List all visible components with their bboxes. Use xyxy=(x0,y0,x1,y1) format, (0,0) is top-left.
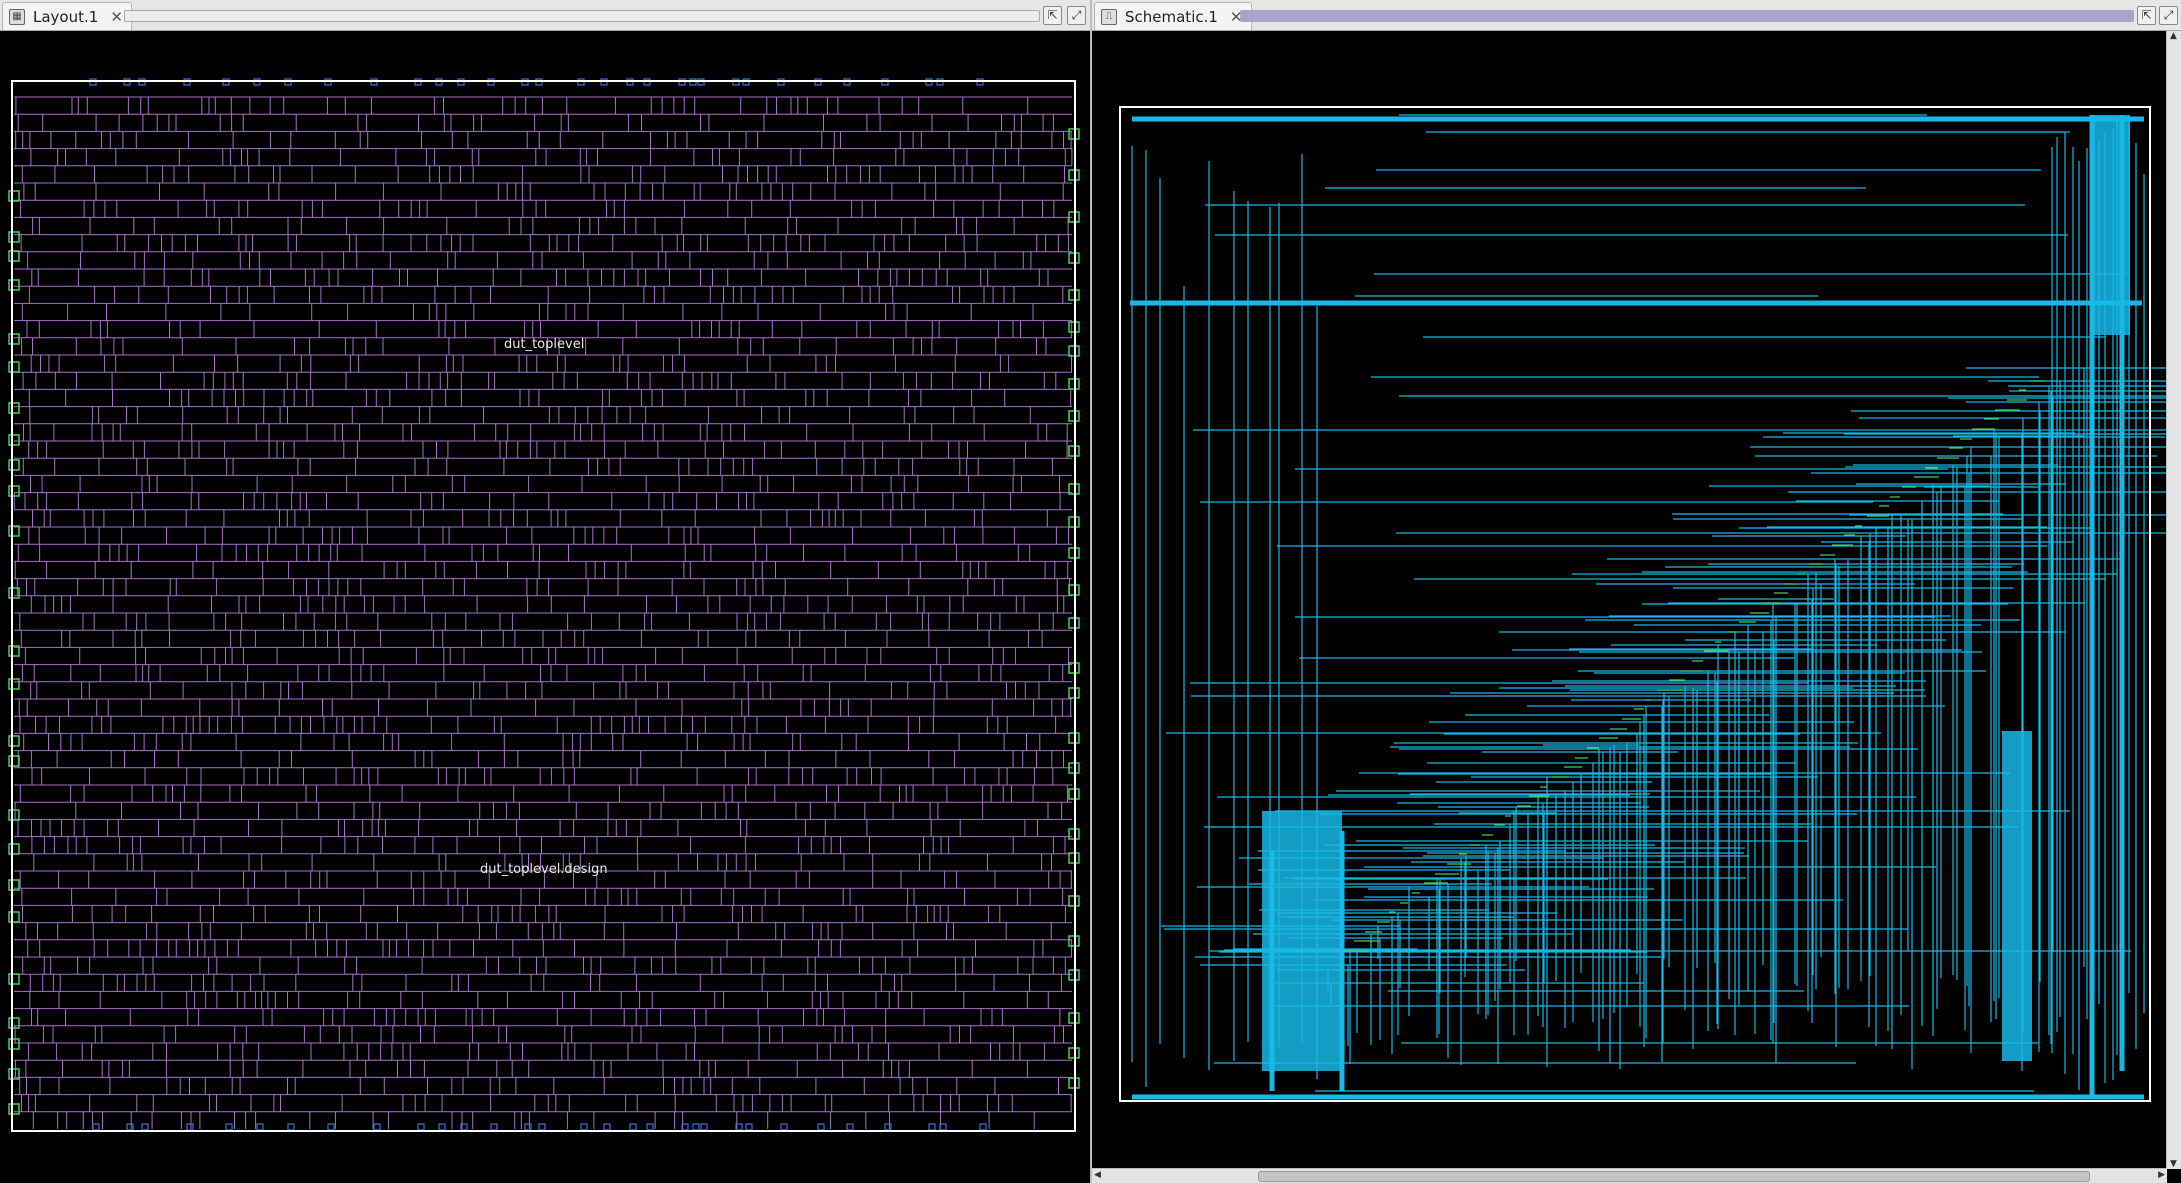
schematic-wires xyxy=(1130,114,2167,1100)
scroll-up-icon[interactable]: ▲ xyxy=(2170,31,2177,41)
vertical-scrollbar[interactable]: ▲ ▼ xyxy=(2166,31,2181,1169)
layout-cell-rows xyxy=(13,96,1073,1129)
maximize-icon[interactable]: ⤢ xyxy=(2159,6,2178,25)
schematic-canvas[interactable] xyxy=(1092,31,2167,1168)
float-window-icon[interactable]: ⇱ xyxy=(2137,6,2156,25)
layout-canvas[interactable]: dut_toplevel dut_toplevel.design xyxy=(0,31,1090,1183)
scroll-down-icon[interactable]: ▼ xyxy=(2170,1159,2177,1169)
scroll-thumb[interactable] xyxy=(1258,1171,2090,1182)
die-boundary xyxy=(11,80,1076,1132)
label-dut-toplevel-design: dut_toplevel.design xyxy=(480,862,608,877)
schematic-pane: ⎍ Schematic.1 ✕ ⇱ ⤢ ▲ ▼ ◀ ▶ xyxy=(1092,0,2181,1183)
tab-layout[interactable]: ▦ Layout.1 ✕ xyxy=(2,2,132,30)
tab-strip xyxy=(124,10,1040,22)
label-dut-toplevel: dut_toplevel xyxy=(504,337,584,352)
layout-tabbar: ▦ Layout.1 ✕ ⇱ ⤢ xyxy=(0,0,1090,31)
scroll-right-icon[interactable]: ▶ xyxy=(2158,1170,2165,1180)
tab-layout-title: Layout.1 xyxy=(33,7,99,26)
float-window-icon[interactable]: ⇱ xyxy=(1043,6,1062,25)
close-icon[interactable]: ✕ xyxy=(110,8,123,26)
tab-schematic[interactable]: ⎍ Schematic.1 ✕ xyxy=(1094,2,1252,30)
schematic-view-icon: ⎍ xyxy=(1101,8,1117,25)
horizontal-scrollbar[interactable]: ◀ ▶ xyxy=(1092,1168,2167,1183)
layout-view-icon: ▦ xyxy=(9,8,25,25)
layout-pane: ▦ Layout.1 ✕ ⇱ ⤢ dut_toplevel dut_toplev… xyxy=(0,0,1090,1183)
maximize-icon[interactable]: ⤢ xyxy=(1067,6,1086,25)
layout-io-pads xyxy=(89,78,987,1131)
tab-strip-active xyxy=(1240,10,2134,22)
schematic-tabbar: ⎍ Schematic.1 ✕ ⇱ ⤢ xyxy=(1092,0,2181,31)
scroll-left-icon[interactable]: ◀ xyxy=(1094,1170,1101,1180)
tab-schematic-title: Schematic.1 xyxy=(1125,7,1218,26)
